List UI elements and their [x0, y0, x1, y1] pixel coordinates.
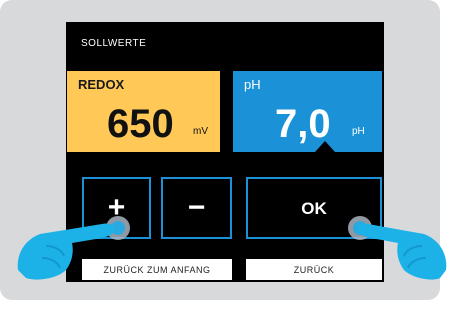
ph-tile[interactable]: pH 7,0 pH — [233, 71, 382, 152]
pointing-hand-icon — [348, 216, 447, 280]
ph-unit: pH — [352, 126, 365, 137]
redox-label: REDOX — [78, 77, 125, 92]
minus-button[interactable]: − — [161, 177, 232, 239]
page-title: SOLLWERTE — [81, 38, 147, 49]
selection-caret-icon — [315, 141, 335, 152]
ph-label: pH — [244, 77, 261, 92]
pointing-hand-icon — [17, 216, 130, 280]
ph-value: 7,0 — [275, 102, 331, 146]
redox-value: 650 — [107, 102, 174, 146]
redox-unit: mV — [193, 126, 208, 137]
redox-tile[interactable]: REDOX 650 mV — [67, 71, 220, 152]
